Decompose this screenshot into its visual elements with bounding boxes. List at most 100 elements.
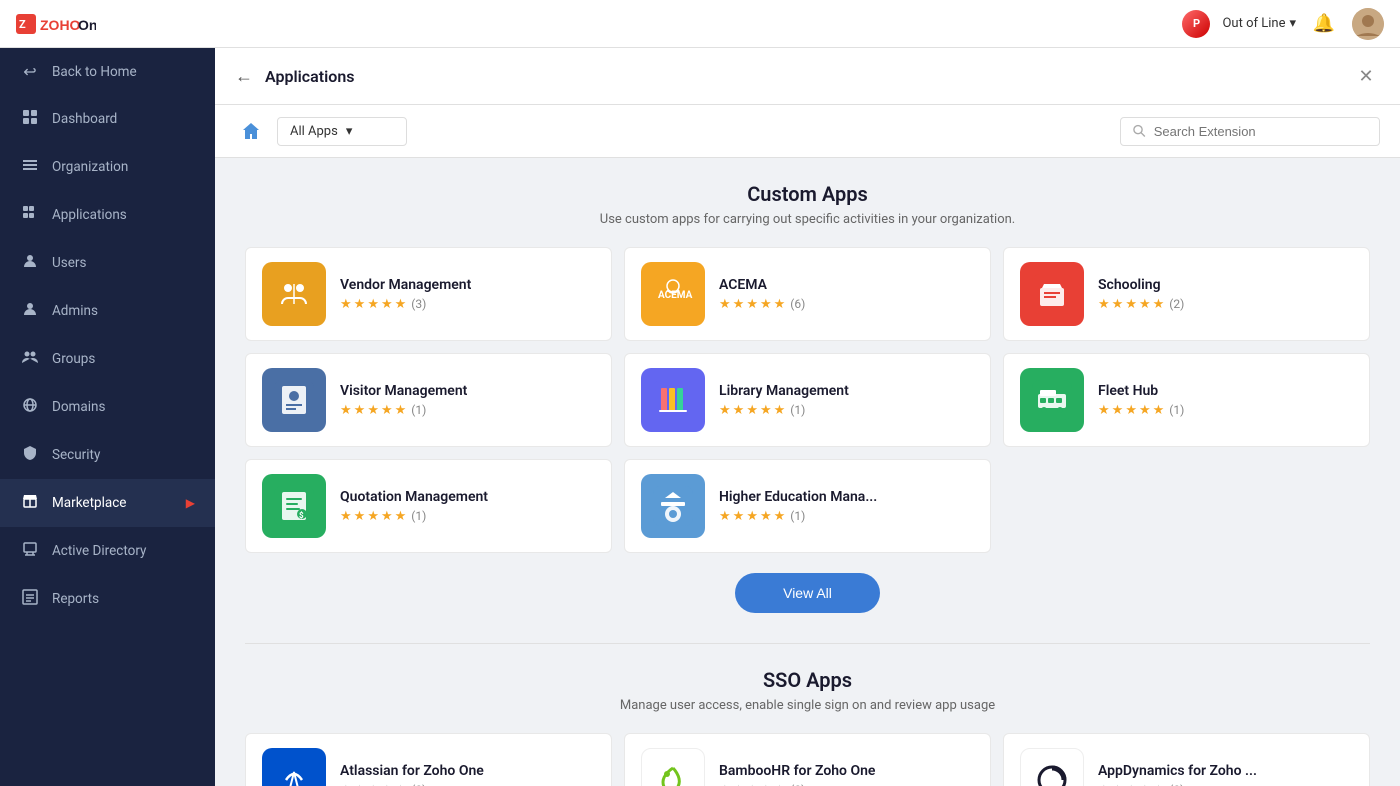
star-1: ★ [719, 297, 731, 312]
sidebar-item-admins[interactable]: Admins [0, 287, 215, 335]
sidebar-item-security[interactable]: Security [0, 431, 215, 479]
star-4: ★ [381, 509, 393, 524]
logo: Z ZOHO One [16, 10, 96, 38]
star-2: ★ [354, 403, 366, 418]
rating-count: (2) [1169, 297, 1184, 311]
star-5: ★ [395, 783, 407, 786]
higher-education-icon [641, 474, 705, 538]
star-2: ★ [1112, 403, 1124, 418]
acema-icon: ACEMA [641, 262, 705, 326]
visitor-management-icon [262, 368, 326, 432]
notification-bell[interactable]: 🔔 [1308, 8, 1340, 40]
list-item[interactable]: BambooHR for Zoho One ★ ★ ★ ★ ★ (0) [624, 733, 991, 786]
sidebar-item-label: Active Directory [52, 543, 146, 559]
list-item[interactable]: ACEMA ACEMA ★ ★ ★ ★ [624, 247, 991, 341]
sidebar-item-groups[interactable]: Groups [0, 335, 215, 383]
page-content: Custom Apps Use custom apps for carrying… [215, 158, 1400, 786]
dashboard-icon [20, 109, 40, 129]
rating-count: (1) [411, 403, 426, 417]
sidebar-item-users[interactable]: Users [0, 239, 215, 287]
star-3: ★ [367, 297, 379, 312]
atlassian-icon [262, 748, 326, 786]
star-1: ★ [340, 297, 352, 312]
app-name: Schooling [1098, 277, 1353, 293]
list-item[interactable]: Visitor Management ★ ★ ★ ★ ★ (1) [245, 353, 612, 447]
list-item[interactable]: $ Quotation Management ★ ★ ★ ★ ★ ( [245, 459, 612, 553]
rating-count: (1) [790, 509, 805, 523]
app-name: Visitor Management [340, 383, 595, 399]
star-3: ★ [1125, 783, 1137, 786]
panel-close-button[interactable]: ✕ [1352, 62, 1380, 90]
sso-apps-section: SSO Apps Manage user access, enable sing… [245, 668, 1370, 786]
list-item[interactable]: Vendor Management ★ ★ ★ ★ ★ (3) [245, 247, 612, 341]
star-5: ★ [774, 509, 786, 524]
sidebar-item-label: Admins [52, 303, 98, 319]
search-extension-input-wrapper[interactable] [1120, 117, 1380, 146]
star-5: ★ [395, 297, 407, 312]
profile-status-icon[interactable]: P [1182, 10, 1210, 38]
reports-icon [20, 589, 40, 609]
rating-count: (3) [411, 297, 426, 311]
sso-apps-grid: Atlassian for Zoho One ★ ★ ★ ★ ★ (0) [245, 733, 1370, 786]
app-rating: ★ ★ ★ ★ ★ (1) [719, 509, 974, 524]
security-icon [20, 445, 40, 465]
visitor-management-info: Visitor Management ★ ★ ★ ★ ★ (1) [340, 383, 595, 418]
svg-text:ZOHO: ZOHO [40, 17, 81, 33]
rating-count: (6) [790, 297, 805, 311]
app-rating: ★ ★ ★ ★ ★ (1) [340, 509, 595, 524]
sidebar-item-dashboard[interactable]: Dashboard [0, 95, 215, 143]
sidebar-item-label: Groups [52, 351, 95, 367]
search-extension-input[interactable] [1154, 124, 1367, 139]
app-rating: ★ ★ ★ ★ ★ (2) [1098, 297, 1353, 312]
list-item[interactable]: Atlassian for Zoho One ★ ★ ★ ★ ★ (0) [245, 733, 612, 786]
rating-count: (1) [790, 403, 805, 417]
list-item[interactable]: AppDynamics for Zoho ... ★ ★ ★ ★ ★ (0) [1003, 733, 1370, 786]
app-rating: ★ ★ ★ ★ ★ (0) [1098, 783, 1353, 786]
sidebar-item-reports[interactable]: Reports [0, 575, 215, 623]
sidebar-item-marketplace[interactable]: Marketplace ▶ [0, 479, 215, 527]
app-rating: ★ ★ ★ ★ ★ (1) [1098, 403, 1353, 418]
star-4: ★ [760, 297, 772, 312]
star-3: ★ [367, 509, 379, 524]
star-5: ★ [395, 403, 407, 418]
sidebar-item-back-to-home[interactable]: ↩ Back to Home [0, 48, 215, 95]
vendor-management-info: Vendor Management ★ ★ ★ ★ ★ (3) [340, 277, 595, 312]
home-filter-icon[interactable] [235, 115, 267, 147]
avatar[interactable] [1352, 8, 1384, 40]
list-item[interactable]: Schooling ★ ★ ★ ★ ★ (2) [1003, 247, 1370, 341]
app-name: Library Management [719, 383, 974, 399]
app-rating: ★ ★ ★ ★ ★ (6) [719, 297, 974, 312]
star-2: ★ [354, 783, 366, 786]
sidebar-item-applications[interactable]: Applications [0, 191, 215, 239]
panel-back-button[interactable]: ← [235, 66, 253, 87]
list-item[interactable]: Library Management ★ ★ ★ ★ ★ (1) [624, 353, 991, 447]
app-rating: ★ ★ ★ ★ ★ (1) [340, 403, 595, 418]
dropdown-chevron-icon: ▾ [346, 124, 353, 139]
app-name: Higher Education Mana... [719, 489, 974, 505]
app-rating: ★ ★ ★ ★ ★ (1) [719, 403, 974, 418]
app-rating: ★ ★ ★ ★ ★ (0) [719, 783, 974, 786]
atlassian-info: Atlassian for Zoho One ★ ★ ★ ★ ★ (0) [340, 763, 595, 786]
zoho-one-logo: Z ZOHO One [16, 10, 96, 38]
app-rating: ★ ★ ★ ★ ★ (0) [340, 783, 595, 786]
list-item[interactable]: Higher Education Mana... ★ ★ ★ ★ ★ (1) [624, 459, 991, 553]
list-item[interactable]: Fleet Hub ★ ★ ★ ★ ★ (1) [1003, 353, 1370, 447]
star-3: ★ [1125, 403, 1137, 418]
chevron-right-icon: ▶ [186, 496, 195, 510]
app-name: ACEMA [719, 277, 974, 293]
app-name: BambooHR for Zoho One [719, 763, 974, 779]
sidebar-item-active-directory[interactable]: Active Directory [0, 527, 215, 575]
star-2: ★ [354, 509, 366, 524]
sidebar-item-domains[interactable]: Domains [0, 383, 215, 431]
star-2: ★ [733, 783, 745, 786]
bamboohr-info: BambooHR for Zoho One ★ ★ ★ ★ ★ (0) [719, 763, 974, 786]
sidebar-item-organization[interactable]: Organization [0, 143, 215, 191]
panel-header: ← Applications ✕ [215, 48, 1400, 105]
star-3: ★ [746, 403, 758, 418]
fleet-hub-info: Fleet Hub ★ ★ ★ ★ ★ (1) [1098, 383, 1353, 418]
view-all-button[interactable]: View All [735, 573, 880, 613]
apps-filter-dropdown[interactable]: All Apps ▾ [277, 117, 407, 146]
star-5: ★ [774, 783, 786, 786]
organization-switcher[interactable]: Out of Line ▾ [1222, 16, 1296, 31]
topbar: Z ZOHO One P Out of Line ▾ 🔔 [0, 0, 1400, 48]
